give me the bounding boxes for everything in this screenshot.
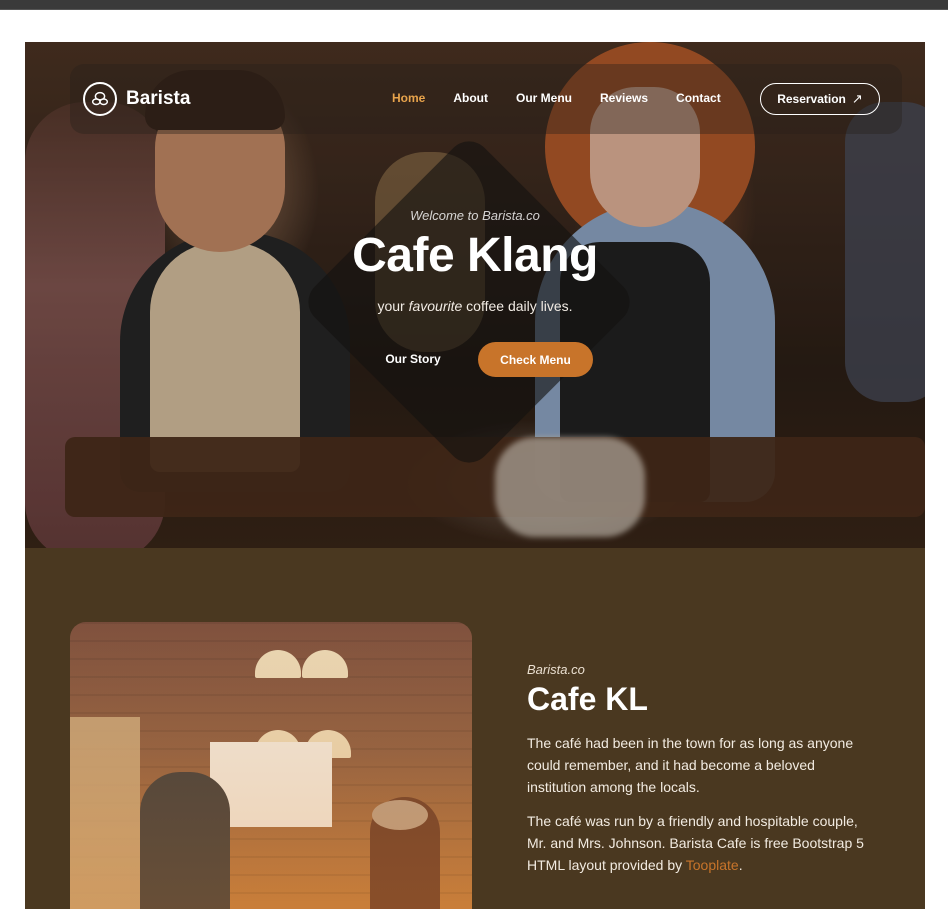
about-section: Barista.co Cafe KL The café had been in … [25, 548, 925, 909]
about-paragraph-1: The café had been in the town for as lon… [527, 735, 854, 795]
our-story-button[interactable]: Our Story [377, 352, 449, 366]
about-cafe-image [70, 622, 472, 909]
nav-link-contact[interactable]: Contact [676, 91, 721, 105]
hero-tagline: your favourite coffee daily lives. [25, 298, 925, 314]
tagline-emphasis: favourite [408, 298, 463, 314]
page-frame: Barista Home About Our Menu Reviews Cont… [25, 42, 925, 909]
about-text: Barista.co Cafe KL The café had been in … [527, 662, 867, 876]
nav-link-our-menu[interactable]: Our Menu [516, 91, 572, 105]
hero-section: Barista Home About Our Menu Reviews Cont… [25, 42, 925, 548]
tagline-start: your [377, 298, 409, 314]
brand-name: Barista [126, 88, 191, 109]
nav-link-home[interactable]: Home [392, 91, 425, 105]
hero-welcome-text: Welcome to Barista.co [410, 208, 540, 223]
nav-links: Home About Our Menu Reviews Contact [392, 91, 721, 105]
coffee-bean-logo-icon [83, 82, 117, 116]
tagline-end: coffee daily lives. [462, 298, 573, 314]
brand[interactable]: Barista [83, 82, 190, 116]
tooplate-link[interactable]: Tooplate [686, 857, 739, 873]
check-menu-button[interactable]: Check Menu [478, 342, 593, 377]
about-paragraph-2: The café was run by a friendly and hospi… [527, 810, 867, 876]
about-paragraph-2-end: . [738, 857, 743, 873]
browser-top-strip [0, 0, 948, 10]
arrow-up-right-icon: ↗ [851, 91, 863, 106]
nav-link-about[interactable]: About [453, 91, 488, 105]
reservation-button[interactable]: Reservation ↗ [760, 83, 880, 115]
nav-link-reviews[interactable]: Reviews [600, 91, 648, 105]
image-overlay [70, 622, 472, 909]
reservation-label: Reservation [777, 92, 846, 106]
about-kicker: Barista.co [527, 662, 585, 677]
hero-title: Cafe Klang [352, 229, 598, 282]
navbar: Barista Home About Our Menu Reviews Cont… [70, 64, 902, 134]
about-title: Cafe KL [527, 681, 648, 717]
